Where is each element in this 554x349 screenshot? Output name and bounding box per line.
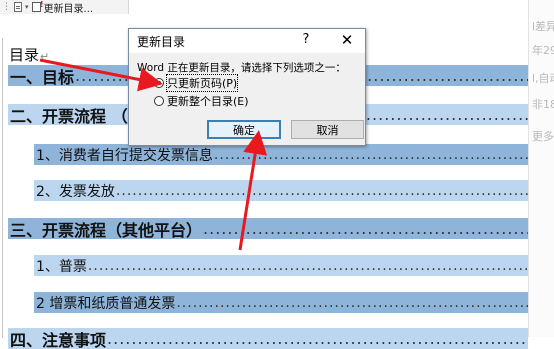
- side-text: 更多人: [532, 130, 554, 143]
- toc-entry-text: 2、发票发放: [36, 183, 115, 200]
- ok-button[interactable]: 确定: [207, 120, 281, 139]
- update-toc-icon: [31, 0, 44, 12]
- radio-selected-icon[interactable]: [154, 78, 164, 88]
- side-text: l差异: [532, 20, 554, 33]
- radio-unselected-icon[interactable]: [154, 96, 164, 106]
- close-icon[interactable]: ✕: [339, 31, 355, 49]
- toc-entry[interactable]: 1、消费者自行提交发票信息: [34, 144, 528, 165]
- paragraph-mark-icon: ↵: [40, 50, 50, 63]
- help-button[interactable]: ?: [299, 32, 313, 47]
- toolbar: ⋮ ▾ 更新目录...: [0, 0, 129, 15]
- toc-leader-dots: [203, 219, 528, 238]
- toc-entry-text: 一、目标: [10, 67, 75, 87]
- toc-leader-dots: [116, 183, 528, 199]
- option-update-entire-table[interactable]: 更新整个目录(E): [154, 93, 249, 109]
- side-text: 非188: [532, 98, 554, 111]
- toc-heading: 目录↵: [9, 44, 49, 65]
- margin-guide: [2, 38, 3, 338]
- option-label: 更新整个目录(E): [167, 95, 249, 108]
- toc-leader-dots: [107, 329, 528, 348]
- side-text: l,自动: [532, 72, 554, 85]
- toc-heading-text: 目录: [9, 46, 40, 64]
- dialog-title: 更新目录: [137, 35, 186, 49]
- toc-entry-text: 1、普票: [36, 258, 87, 275]
- toc-leader-dots: [176, 295, 528, 311]
- toc-entry[interactable]: 四、注意事项: [8, 328, 528, 349]
- update-toc-dialog: 更新目录 ? ✕ Word 正在更新目录，请选择下列选项之一： 只更新页码(P)…: [128, 28, 366, 146]
- toc-leader-dots: [88, 258, 528, 274]
- option-update-page-numbers[interactable]: 只更新页码(P): [154, 74, 239, 92]
- toc-entry[interactable]: 2 增票和纸质普通发票: [34, 292, 528, 313]
- dialog-titlebar[interactable]: 更新目录 ? ✕: [129, 29, 365, 53]
- toc-leader-dots: [214, 147, 528, 163]
- cancel-button[interactable]: 取消: [291, 120, 364, 139]
- side-text: 年293: [532, 44, 554, 57]
- side-panel: l差异 年293 l,自动 非188 更多人: [528, 0, 554, 337]
- toc-entry-text: 1、消费者自行提交发票信息: [36, 147, 213, 164]
- dialog-prompt: Word 正在更新目录，请选择下列选项之一：: [137, 62, 346, 74]
- toc-entry[interactable]: 2、发票发放: [34, 180, 528, 201]
- toc-entry[interactable]: 三、开票流程（其他平台）: [8, 218, 528, 239]
- document-icon[interactable]: [14, 2, 22, 12]
- toc-entry-text: 三、开票流程（其他平台）: [10, 220, 203, 240]
- toolbar-grip-icon: ⋮: [2, 2, 11, 12]
- option-label: 只更新页码(P): [165, 74, 239, 92]
- chevron-down-icon[interactable]: ▾: [25, 3, 29, 11]
- toc-entry-text: 2 增票和纸质普通发票: [36, 295, 176, 312]
- update-toc-button[interactable]: 更新目录...: [44, 0, 94, 15]
- toc-entry-text: 四、注意事项: [10, 330, 107, 349]
- toc-entry-text: 二、开票流程 （: [10, 106, 128, 126]
- toc-entry[interactable]: 1、普票: [34, 255, 528, 276]
